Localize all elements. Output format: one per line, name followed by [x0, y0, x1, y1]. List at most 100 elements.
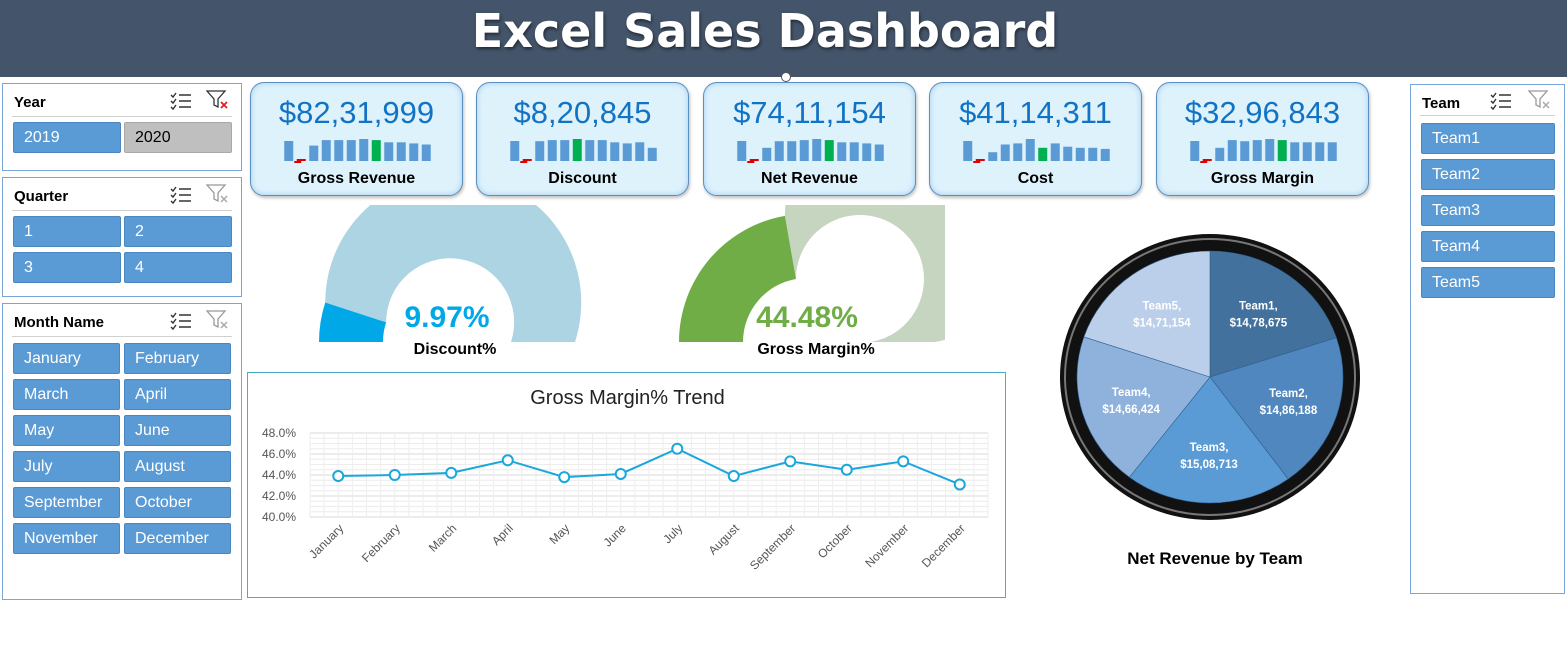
- slicer-quarter: Quarter 1 2 3 4: [2, 177, 242, 297]
- sparkline-bar: [1290, 142, 1300, 161]
- month-item[interactable]: November: [13, 523, 120, 554]
- sparkline-bar: [334, 140, 344, 161]
- month-item[interactable]: December: [124, 523, 231, 554]
- kpi-card-gross-margin: $32,96,843 Gross Margin: [1156, 82, 1369, 196]
- kpi-label: Net Revenue: [761, 170, 858, 187]
- clear-filter-icon[interactable]: [206, 309, 230, 331]
- sparkline-bar: [1265, 139, 1275, 161]
- quarter-item[interactable]: 4: [124, 252, 232, 283]
- slicer-divider: [12, 336, 232, 337]
- quarter-item[interactable]: 2: [124, 216, 232, 247]
- month-item[interactable]: October: [124, 487, 231, 518]
- clear-filter-icon[interactable]: [206, 183, 230, 205]
- data-point: [953, 478, 966, 491]
- sparkline-bar: [522, 159, 532, 161]
- sparkline-bar: [635, 142, 645, 161]
- pie-slice-label: Team1,: [1239, 301, 1278, 313]
- sparkline-bar: [1240, 141, 1250, 161]
- year-item[interactable]: 2019: [13, 122, 121, 153]
- team-item[interactable]: Team5: [1421, 267, 1555, 298]
- pie-slice-value: $14,78,675: [1230, 318, 1288, 330]
- data-point: [332, 470, 345, 483]
- kpi-card-cost: $41,14,311 Cost: [929, 82, 1142, 196]
- pie-slice-label: Team5,: [1142, 301, 1181, 313]
- team-item[interactable]: Team4: [1421, 231, 1555, 262]
- multi-select-icon[interactable]: [169, 184, 193, 206]
- data-point: [614, 467, 627, 480]
- sparkline: [963, 139, 1110, 163]
- slicer-divider: [1420, 115, 1555, 116]
- sparkline: [1190, 139, 1337, 163]
- multi-select-icon[interactable]: [1489, 90, 1513, 112]
- kpi-value: $32,96,843: [1184, 95, 1341, 130]
- pie-slice-label: Team3,: [1190, 442, 1229, 454]
- slicer-month: Month Name January February March April …: [2, 303, 242, 600]
- x-tick-label: November: [862, 521, 911, 570]
- slicer-divider: [12, 116, 232, 117]
- x-tick-label: February: [359, 521, 403, 565]
- team-item[interactable]: Team3: [1421, 195, 1555, 226]
- clear-filter-icon[interactable]: [206, 89, 230, 111]
- month-item[interactable]: February: [124, 343, 231, 374]
- month-item[interactable]: January: [13, 343, 120, 374]
- month-item[interactable]: June: [124, 415, 231, 446]
- sparkline-low-marker: [1200, 161, 1208, 163]
- quarter-item[interactable]: 1: [13, 216, 121, 247]
- pie-slice-label: Team4,: [1112, 387, 1151, 399]
- sparkline: [284, 139, 431, 163]
- clear-filter-icon[interactable]: [1528, 89, 1552, 111]
- sparkline-low-marker: [294, 161, 302, 163]
- data-point: [501, 454, 514, 467]
- month-item[interactable]: March: [13, 379, 120, 410]
- sparkline-bar: [1215, 147, 1225, 161]
- sparkline-bar: [849, 142, 859, 161]
- slicer-year: Year 2019 2020: [2, 83, 242, 171]
- slicer-team: Team Team1 Team2 Team3 Team4 Team5: [1410, 84, 1565, 594]
- resize-handle[interactable]: [781, 72, 791, 82]
- kpi-label: Gross Revenue: [297, 170, 416, 187]
- sparkline-bar: [510, 141, 520, 161]
- sparkline-low-marker: [747, 161, 755, 163]
- sparkline-bar: [737, 141, 747, 161]
- sparkline-bar: [988, 152, 998, 161]
- quarter-item[interactable]: 3: [13, 252, 121, 283]
- kpi-label: Cost: [1017, 170, 1054, 187]
- sparkline: [737, 139, 884, 163]
- month-item[interactable]: September: [13, 487, 120, 518]
- sparkline-bar: [647, 147, 657, 161]
- sparkline-bar: [1075, 147, 1085, 161]
- month-item[interactable]: July: [13, 451, 120, 482]
- year-item[interactable]: 2020: [124, 122, 232, 153]
- data-point: [784, 455, 797, 468]
- team-item[interactable]: Team2: [1421, 159, 1555, 190]
- x-tick-label: January: [306, 521, 346, 561]
- x-tick-label: December: [919, 521, 968, 570]
- sparkline-bar: [874, 144, 884, 161]
- sparkline-bar: [359, 139, 369, 161]
- multi-select-icon[interactable]: [169, 310, 193, 332]
- sparkline-bar: [585, 140, 595, 161]
- sparkline-bar: [762, 147, 772, 161]
- sparkline-bar: [1227, 140, 1237, 161]
- pie-slice-value: $14,71,154: [1133, 318, 1191, 330]
- kpi-value: $74,11,154: [733, 95, 886, 130]
- team-item[interactable]: Team1: [1421, 123, 1555, 154]
- sparkline-bar: [396, 142, 406, 161]
- sparkline-bar: [1315, 142, 1325, 161]
- pie-slice-value: $14,66,424: [1102, 404, 1160, 416]
- data-point: [445, 466, 458, 479]
- kpi-label: Gross Margin: [1210, 170, 1315, 187]
- month-item[interactable]: May: [13, 415, 120, 446]
- sparkline-bar: [1025, 139, 1035, 161]
- month-item[interactable]: April: [124, 379, 231, 410]
- sparkline-bar: [421, 144, 431, 161]
- kpi-card-discount: $8,20,845 Discount: [476, 82, 689, 196]
- kpi-card-net-revenue: $74,11,154 Net Revenue: [703, 82, 916, 196]
- x-tick-label: March: [426, 521, 459, 554]
- gross-margin-percent-label: Gross Margin%: [757, 341, 875, 358]
- sparkline-bar: [572, 139, 582, 161]
- gross-margin-trend-chart: Gross Margin% Trend 48.0% 46.0% 44.0% 42.0%…: [247, 372, 1006, 598]
- month-item[interactable]: August: [124, 451, 231, 482]
- sparkline-bar: [812, 139, 822, 161]
- multi-select-icon[interactable]: [169, 90, 193, 112]
